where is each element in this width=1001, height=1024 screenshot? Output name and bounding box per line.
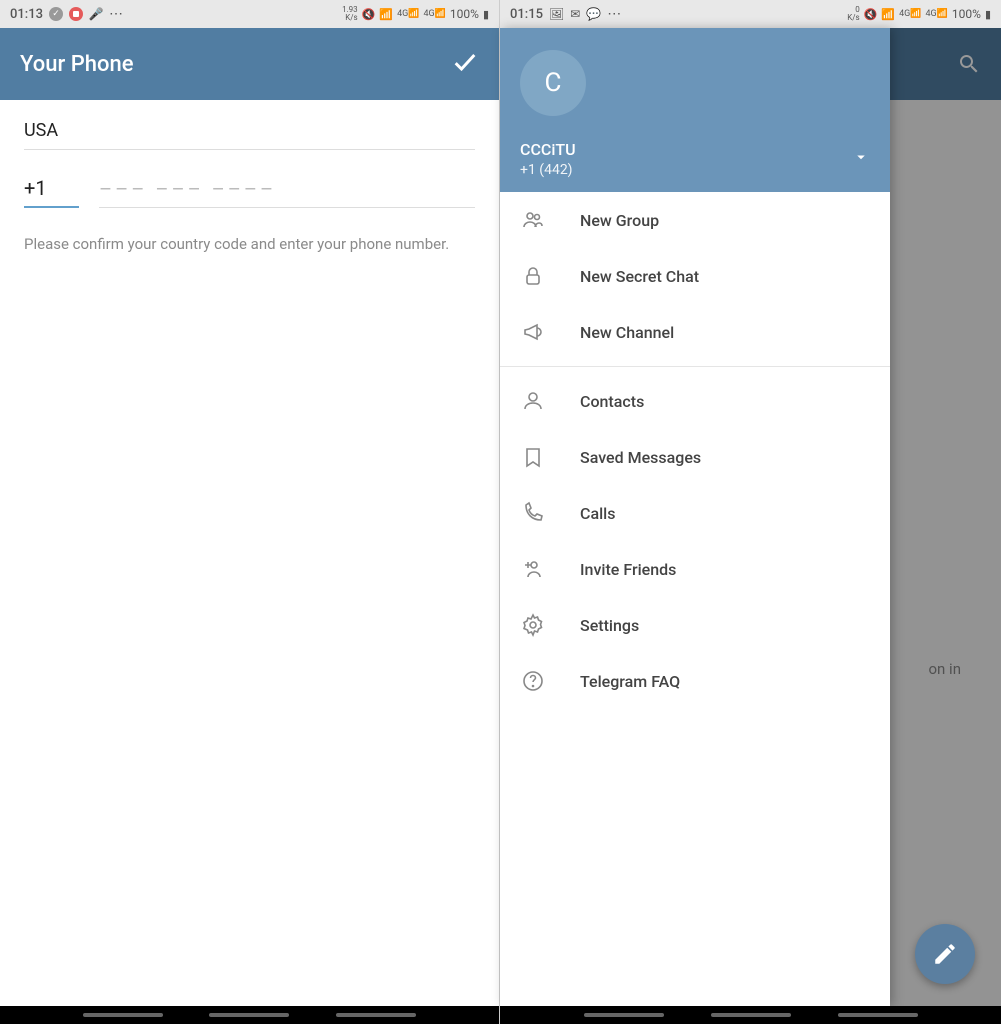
status-time: 01:13: [10, 7, 43, 22]
hint-text: Please confirm your country code and ent…: [24, 234, 475, 255]
menu-label: New Secret Chat: [580, 267, 699, 286]
invite-icon: [520, 556, 546, 582]
menu-new-secret-chat[interactable]: New Secret Chat: [500, 248, 890, 304]
status-4g-icon: 4G📶: [926, 9, 948, 19]
status-bar: 01:15 🖼 ✉ 💬 0 K/s 🔇 📶 4G📶 4G📶 100% ▮: [500, 0, 1001, 28]
drawer-header[interactable]: C CCCiTU +1 (442): [500, 28, 890, 192]
menu-label: New Group: [580, 211, 659, 230]
status-app-icon: ✓: [49, 7, 63, 21]
nav-home[interactable]: [711, 1013, 791, 1017]
status-battery: 100%: [450, 7, 479, 21]
status-notification-icon: [69, 7, 83, 21]
phone-entry-screen: 01:13 ✓ 🎤 1.93 K/s 🔇 📶 4G📶 4G📶 100% ▮ Yo…: [0, 0, 500, 1024]
menu-calls[interactable]: Calls: [500, 485, 890, 541]
help-icon: [520, 668, 546, 694]
status-speed: 1.93 K/s: [342, 6, 358, 22]
bookmark-icon: [520, 444, 546, 470]
status-4g-icon: 4G📶: [397, 9, 419, 19]
status-bar: 01:13 ✓ 🎤 1.93 K/s 🔇 📶 4G📶 4G📶 100% ▮: [0, 0, 499, 28]
status-more-icon: [109, 6, 123, 22]
battery-icon: ▮: [483, 8, 489, 21]
contact-icon: [520, 388, 546, 414]
nav-home[interactable]: [209, 1013, 289, 1017]
pencil-icon: [932, 941, 958, 967]
app-bar: Your Phone: [0, 28, 499, 100]
status-speed: 0 K/s: [847, 6, 859, 22]
menu-new-group[interactable]: New Group: [500, 192, 890, 248]
page-title: Your Phone: [20, 52, 133, 77]
nav-recent[interactable]: [584, 1013, 664, 1017]
navigation-drawer: C CCCiTU +1 (442) New Group New Secret C…: [500, 28, 890, 1006]
compose-fab[interactable]: [915, 924, 975, 984]
menu-label: Telegram FAQ: [580, 672, 680, 691]
status-4g-icon: 4G📶: [424, 9, 446, 19]
status-battery: 100%: [952, 7, 981, 21]
status-mail-icon: ✉: [570, 7, 580, 21]
status-time: 01:15: [510, 7, 543, 22]
menu-contacts[interactable]: Contacts: [500, 373, 890, 429]
avatar[interactable]: C: [520, 50, 586, 116]
menu-saved-messages[interactable]: Saved Messages: [500, 429, 890, 485]
account-expand-button[interactable]: [852, 148, 870, 170]
drawer-screen: 01:15 🖼 ✉ 💬 0 K/s 🔇 📶 4G📶 4G📶 100% ▮ on …: [500, 0, 1001, 1024]
nav-back[interactable]: [838, 1013, 918, 1017]
chevron-down-icon: [852, 148, 870, 166]
account-phone: +1 (442): [520, 162, 576, 178]
status-4g-icon: 4G📶: [899, 9, 921, 19]
status-gallery-icon: 🖼: [549, 7, 564, 21]
menu-label: Saved Messages: [580, 448, 701, 467]
phone-form: USA +1 ––– ––– –––– Please confirm your …: [0, 100, 499, 275]
country-field[interactable]: USA: [24, 120, 475, 150]
lock-icon: [520, 263, 546, 289]
android-nav-bar: [500, 1006, 1001, 1024]
menu-label: Invite Friends: [580, 560, 676, 579]
menu-label: Settings: [580, 616, 639, 635]
confirm-button[interactable]: [451, 48, 479, 80]
menu-label: Contacts: [580, 392, 644, 411]
status-mic-icon: 🎤: [89, 7, 103, 21]
nav-back[interactable]: [336, 1013, 416, 1017]
gear-icon: [520, 612, 546, 638]
status-chat-icon: 💬: [586, 7, 601, 21]
status-more-icon: [607, 6, 621, 22]
check-icon: [451, 48, 479, 76]
battery-icon: ▮: [985, 8, 991, 21]
menu-invite-friends[interactable]: Invite Friends: [500, 541, 890, 597]
group-icon: [520, 207, 546, 233]
drawer-menu: New Group New Secret Chat New Channel Co…: [500, 192, 890, 1006]
country-code-field[interactable]: +1: [24, 176, 79, 208]
menu-divider: [500, 366, 890, 367]
phone-number-field[interactable]: ––– ––– ––––: [99, 177, 475, 208]
menu-settings[interactable]: Settings: [500, 597, 890, 653]
phone-icon: [520, 500, 546, 526]
status-wifi-icon: 📶: [379, 8, 393, 21]
status-wifi-icon: 📶: [881, 8, 895, 21]
avatar-initial: C: [545, 68, 562, 98]
menu-new-channel[interactable]: New Channel: [500, 304, 890, 360]
status-mute-icon: 🔇: [362, 8, 376, 21]
android-nav-bar: [0, 1006, 499, 1024]
megaphone-icon: [520, 319, 546, 345]
account-name: CCCiTU: [520, 140, 576, 159]
nav-recent[interactable]: [83, 1013, 163, 1017]
status-mute-icon: 🔇: [864, 8, 878, 21]
menu-telegram-faq[interactable]: Telegram FAQ: [500, 653, 890, 709]
menu-label: Calls: [580, 504, 615, 523]
menu-label: New Channel: [580, 323, 674, 342]
